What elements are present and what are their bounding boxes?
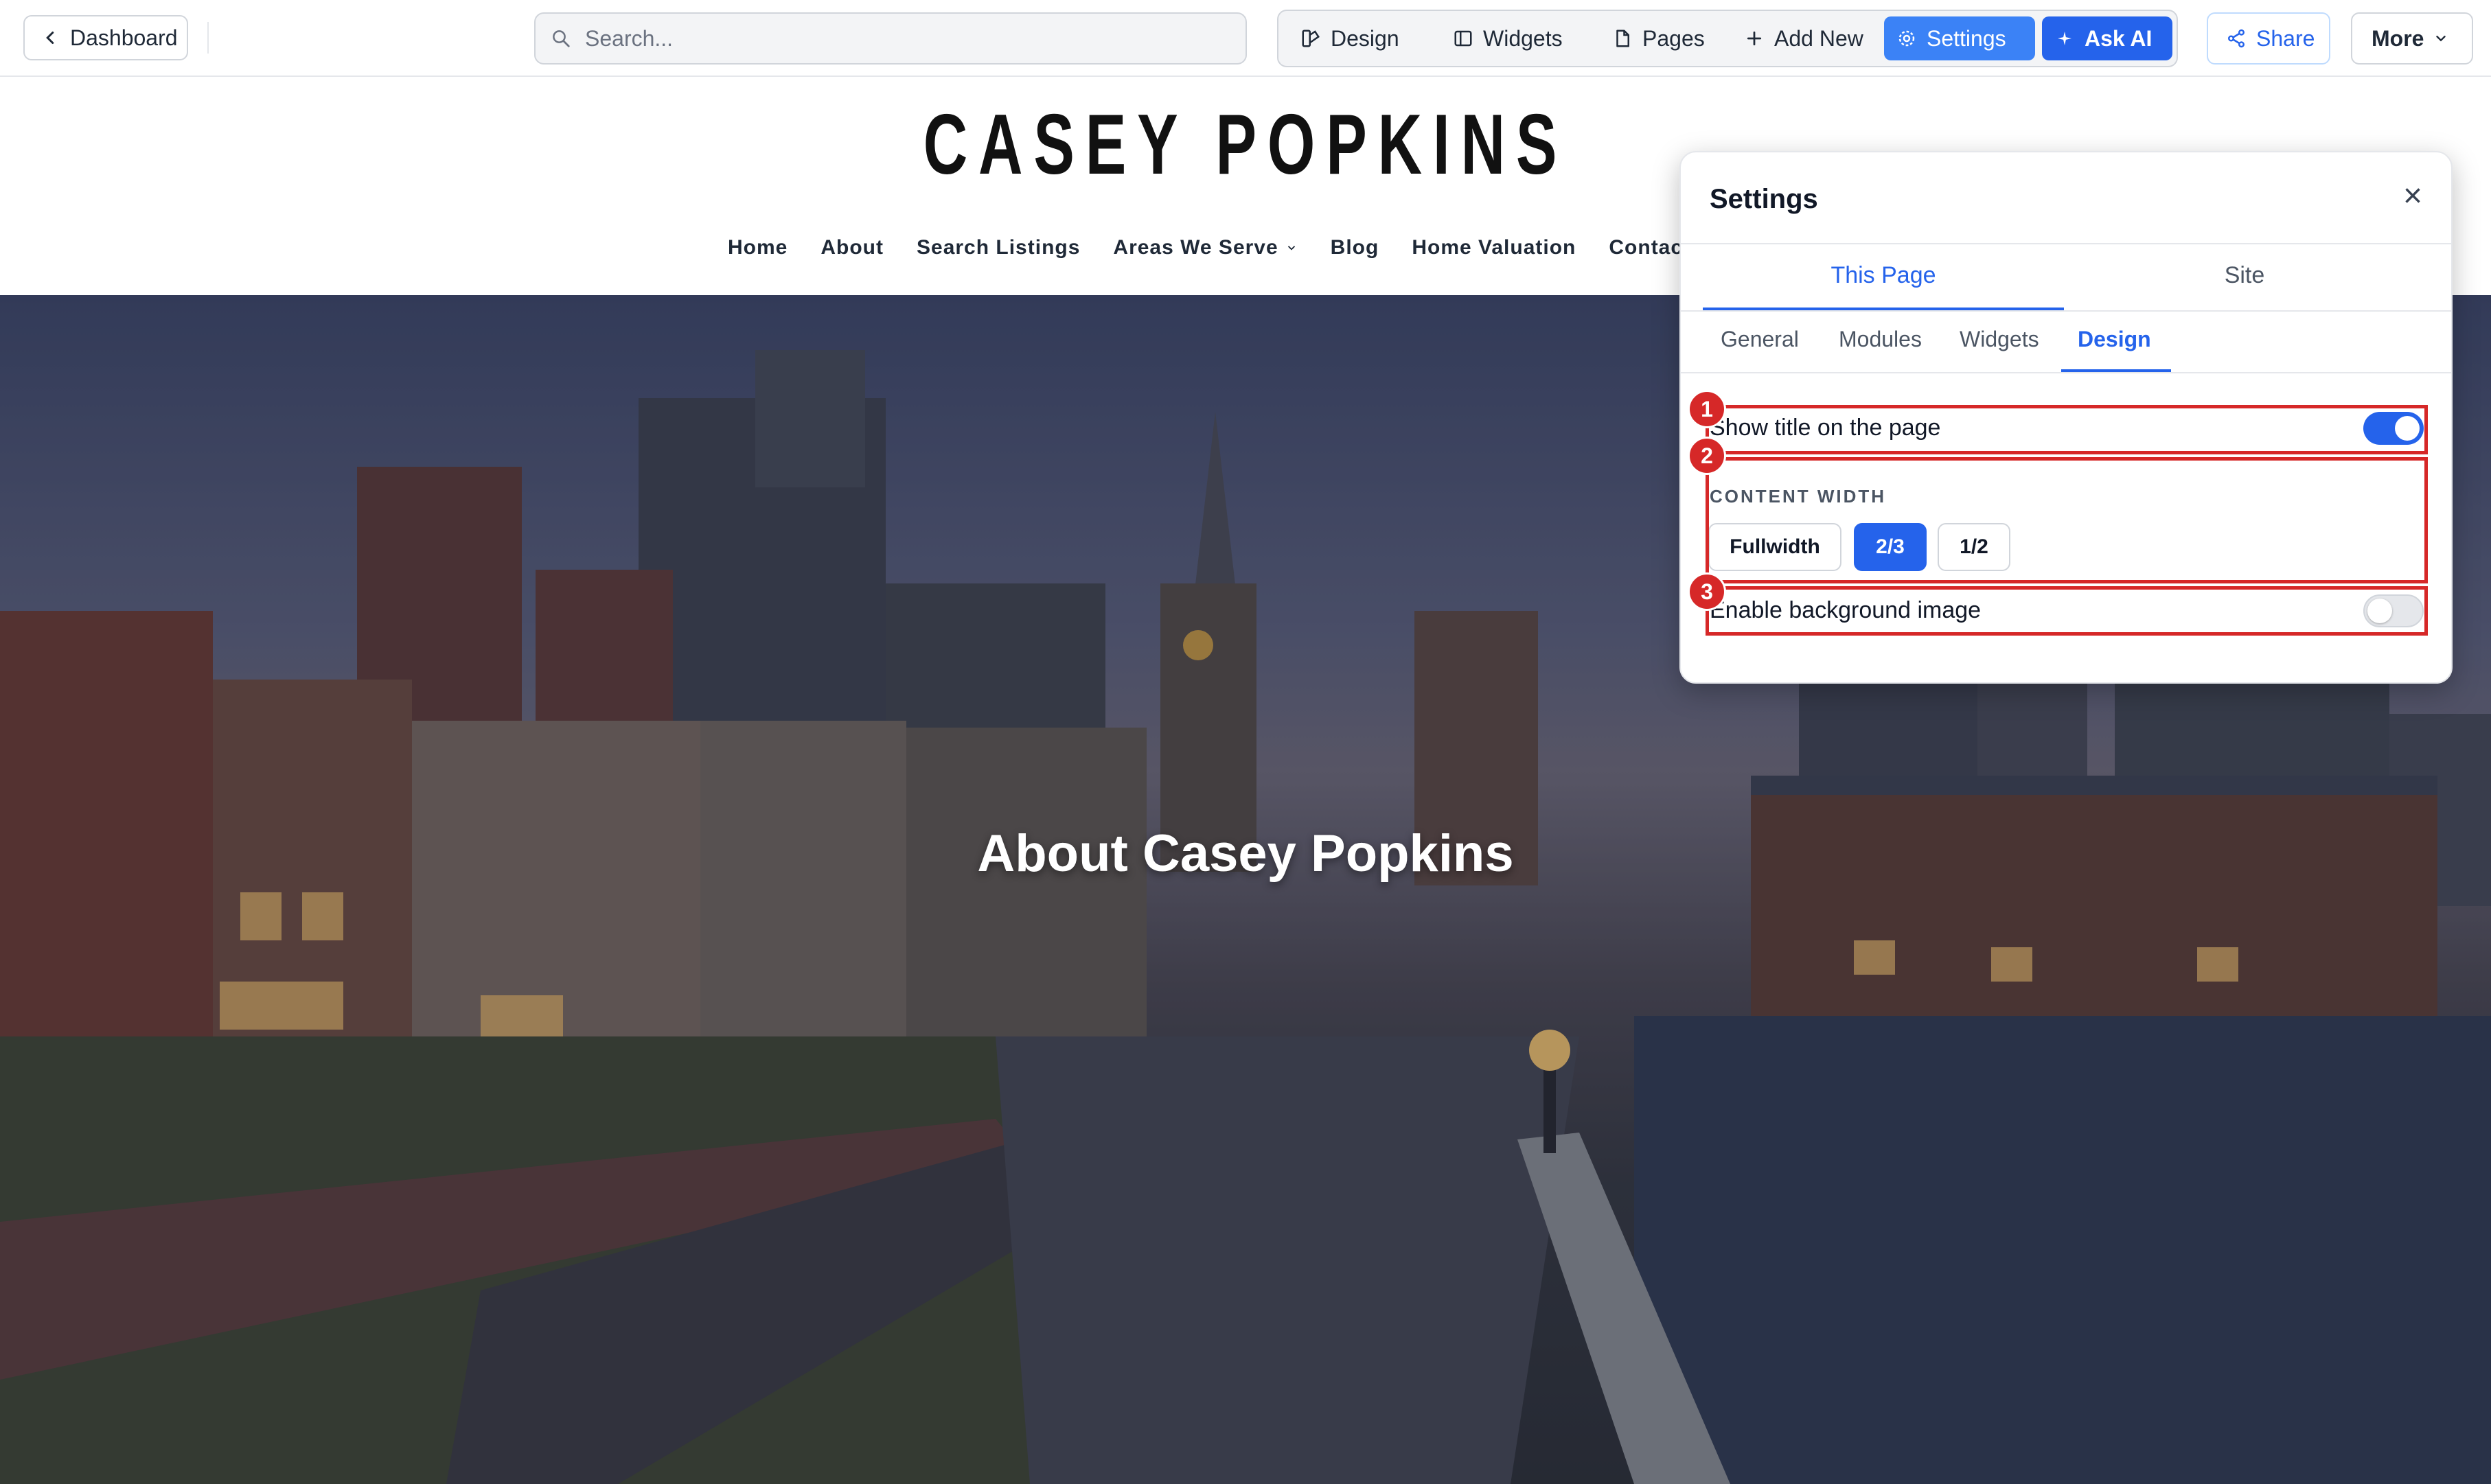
share-button[interactable]: Share [2207,12,2330,65]
ask-ai-button[interactable]: Ask AI [2042,16,2172,60]
nav-home[interactable]: Home [728,236,788,259]
more-button[interactable]: More [2351,12,2473,65]
search-input[interactable] [584,25,1204,52]
more-label: More [2372,25,2424,51]
nav-areas-we-serve[interactable]: Areas We Serve [1113,236,1297,259]
settings-panel-title: Settings [1710,184,1818,214]
add-new-button[interactable]: Add New [1732,16,1876,60]
pages-button[interactable]: Pages [1600,16,1717,60]
chevron-down-icon [1287,246,1295,251]
widgets-button[interactable]: Widgets [1440,16,1575,60]
tab-general[interactable]: General [1721,327,1799,352]
sparkle-icon [2058,32,2071,45]
dashboard-label: Dashboard [70,25,178,50]
annotation-box-1 [1706,405,2428,454]
design-label: Design [1331,25,1399,51]
page-icon [1616,30,1629,47]
chevron-down-icon [2436,36,2446,42]
tab-site[interactable]: Site [2064,262,2425,289]
layout-icon [1454,30,1472,47]
nav-home-valuation[interactable]: Home Valuation [1412,236,1576,259]
gear-icon [1898,30,1915,47]
hero-title: About Casey Popkins [977,824,1514,883]
dashboard-button[interactable]: Dashboard [23,15,188,60]
annotation-badge-1: 1 [1688,390,1726,428]
plus-icon [1747,31,1762,46]
search-icon [553,30,570,47]
editor-nav-group: Design Widgets Pages Add New Settings As… [1277,10,2178,67]
tab-this-page[interactable]: This Page [1703,262,2064,289]
nav-contact[interactable]: Contact [1609,236,1690,259]
search-box[interactable] [534,12,1247,65]
annotation-box-2 [1706,457,2428,583]
share-label: Share [2256,25,2315,51]
add-new-label: Add New [1774,25,1863,51]
divider [1681,243,2451,244]
close-icon[interactable]: × [2403,180,2422,213]
widgets-label: Widgets [1483,25,1563,51]
nav-blog[interactable]: Blog [1331,236,1379,259]
tab-modules[interactable]: Modules [1839,327,1922,352]
settings-panel: Settings × This Page Site General Module… [1679,151,2453,684]
nav-about[interactable]: About [820,236,884,259]
annotation-badge-2: 2 [1688,437,1726,475]
share-icon [2228,29,2245,48]
settings-label: Settings [1927,25,2006,51]
annotation-badge-3: 3 [1688,572,1726,611]
divider [1681,310,2451,312]
tab-design[interactable]: Design [2078,327,2151,352]
chevron-left-icon [46,32,54,44]
editor-toolbar: Dashboard Design Widgets Pages Add New S… [0,0,2491,77]
site-nav: Home About Search Listings Areas We Serv… [728,236,1690,259]
pages-label: Pages [1642,25,1705,51]
nav-search-listings[interactable]: Search Listings [917,236,1080,259]
tab-widgets[interactable]: Widgets [1960,327,2039,352]
annotation-box-3 [1706,586,2428,636]
design-button[interactable]: Design [1288,16,1412,60]
toolbar-divider [207,22,209,54]
nav-areas-label: Areas We Serve [1113,236,1278,259]
ask-ai-label: Ask AI [2085,25,2153,51]
palette-icon [1302,30,1320,47]
divider [1681,372,2451,373]
settings-button[interactable]: Settings [1884,16,2035,60]
